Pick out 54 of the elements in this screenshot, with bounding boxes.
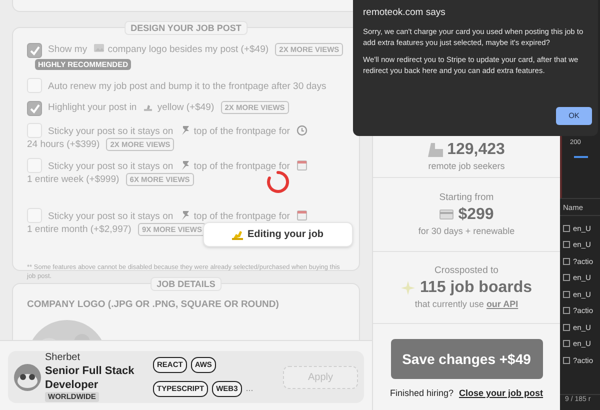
option-label: Sticky your post so it stays on [48,126,174,137]
sparkle-icon [400,280,416,296]
stat-value: $299 [458,204,494,225]
option-label: 24 hours (+$399) [27,139,100,150]
option-label: Sticky your post so it stays on [48,161,174,172]
option-label: top of the frontpage for [194,126,290,137]
row-checkbox[interactable] [563,274,570,282]
save-button[interactable]: Save changes +$49 [390,339,542,379]
option-label: Sticky your post so it stays on [48,211,174,222]
row-checkbox[interactable] [563,356,570,364]
calendar-icon [296,159,308,171]
finished-label: Finished hiring? [390,388,454,398]
row-checkbox[interactable] [563,224,570,232]
more-tags: ... [246,382,254,396]
image-icon [92,42,105,54]
row-checkbox[interactable] [563,340,570,348]
check-icon [29,45,40,56]
option-label: Highlight your post in [48,102,137,113]
writing-hand-icon [232,229,244,240]
section-legend: DESIGN YOUR JOB POST [124,21,248,35]
stat-value: 115 job boards [420,278,532,298]
row-checkbox[interactable] [563,324,570,331]
stat-caption: for 30 days + renewable [418,226,515,236]
option-label: 1 entire week (+$999) [27,174,120,185]
dialog-title: remoteok.com says [363,6,446,20]
stat-caption: remote job seekers [428,160,505,170]
avatar-icon [14,364,41,390]
option-label: yellow (+$49) [157,102,214,113]
stat-label: Crossposted to [434,264,498,278]
toast-text: Editing your job [247,228,324,242]
row-checkbox[interactable] [563,258,570,265]
checkbox[interactable] [27,101,42,116]
loading-spinner-icon [266,170,290,194]
row-checkbox[interactable] [563,307,570,314]
checkbox[interactable] [27,43,42,58]
alarm-clock-icon [296,124,308,136]
row-checkbox[interactable] [563,290,570,298]
job-title: Senior Full Stack Developer [45,364,136,392]
stat-caption: that currently use [414,298,484,309]
check-icon [29,103,40,114]
option-label: top of the frontpage for [194,211,290,222]
option-label: Show my [48,44,88,55]
row-checkbox[interactable] [563,241,570,248]
stat-label: Starting from [439,190,494,205]
company-name: Sherbet [45,352,82,364]
option-label: Auto renew my job post and bump it to the frontpage after 30 days [48,81,326,92]
option-label: top of the frontpage for [194,161,290,172]
close-post-link[interactable]: Close your job post [459,388,544,398]
field-label: COMPANY LOGO (.JPG OR .PNG, SQUARE OR ROUND) [27,298,280,312]
section-legend: JOB DETAILS [150,277,222,291]
option-label: 1 entire month (+$2,997) [27,224,132,235]
stat-value: 129,423 [447,140,505,160]
card-icon [439,207,454,222]
option-label: company logo besides my post (+$49) [108,44,269,55]
